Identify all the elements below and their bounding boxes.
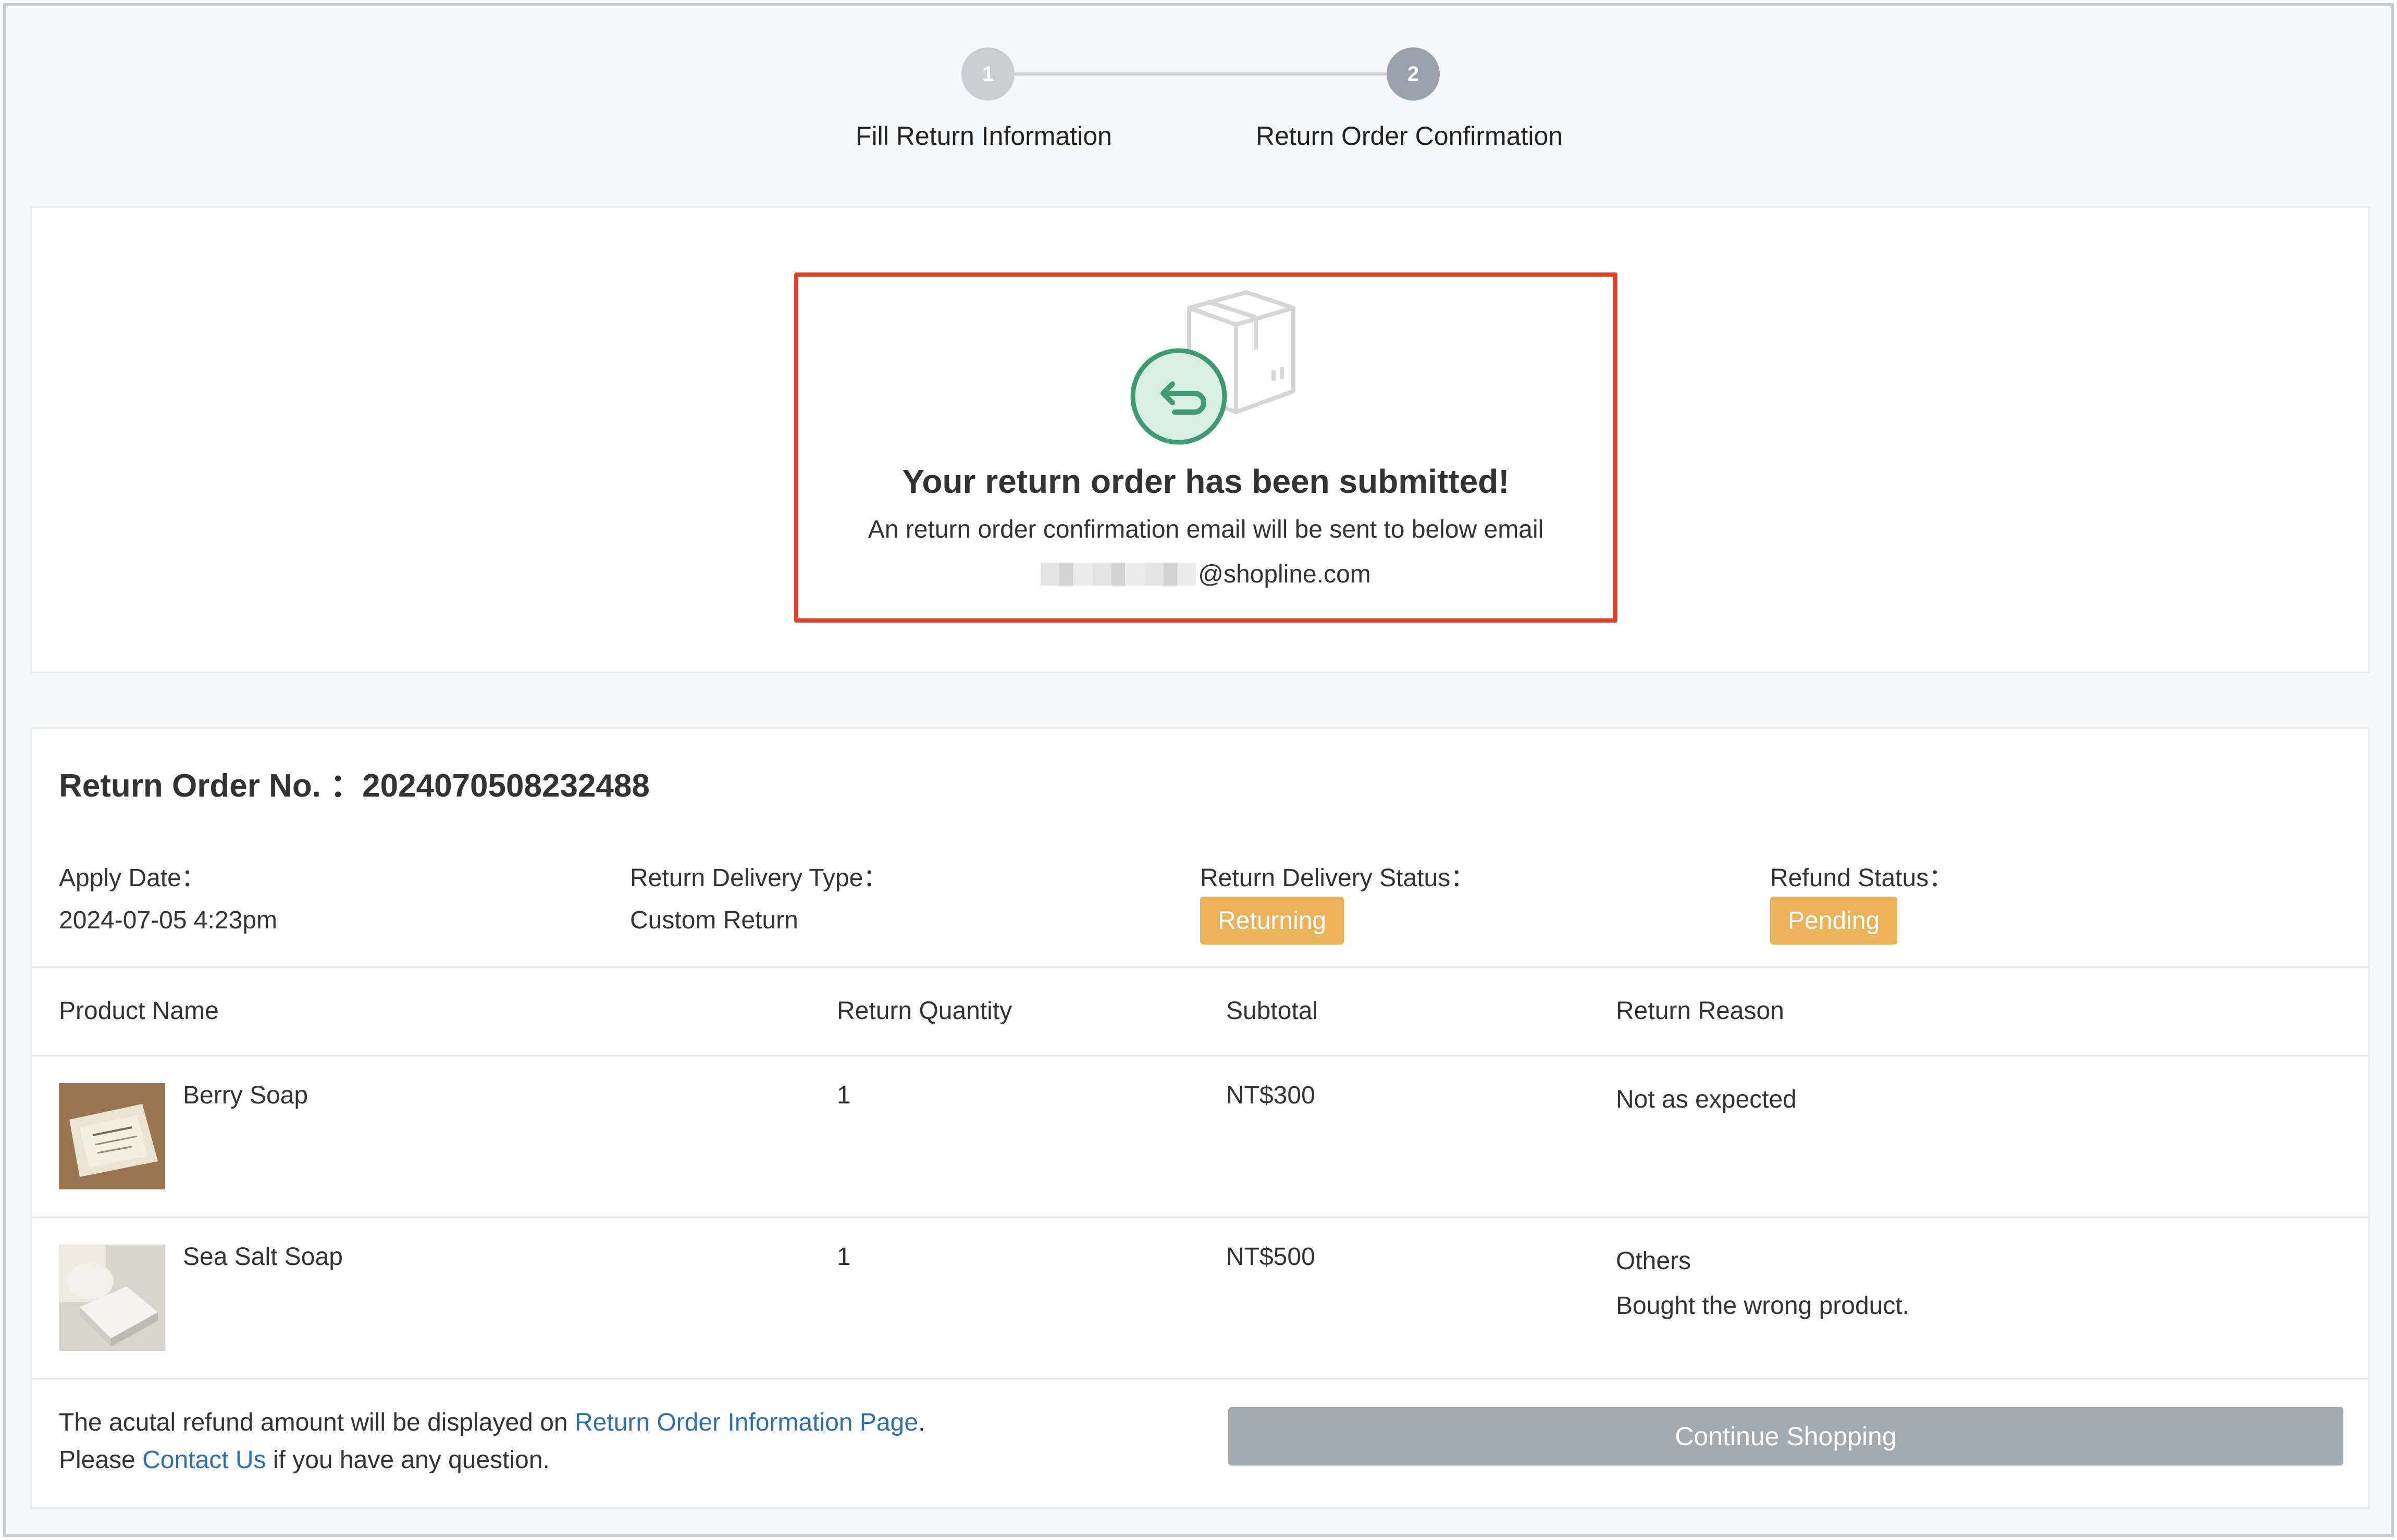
product-name: Sea Salt Soap [183,1243,343,1271]
delivery-status-badge: Returning [1200,897,1344,945]
submission-confirmation-box: Your return order has been submitted! An… [794,272,1617,623]
continue-shopping-button[interactable]: Continue Shopping [1228,1407,2343,1466]
step-2-label: Return Order Confirmation [1256,121,1563,151]
return-reason-note: Bought the wrong product. [1616,1292,1910,1320]
redacted-email-local-part [1041,563,1196,586]
return-order-information-link[interactable]: Return Order Information Page [575,1409,918,1436]
return-reason: Not as expected [1616,1086,1797,1113]
divider [32,966,2368,968]
email-domain: @shopline.com [1198,561,1371,588]
return-quantity: 1 [837,1082,851,1109]
product-thumbnail [59,1245,165,1351]
notice-text: . [918,1409,925,1436]
page-frame: 1 2 Fill Return Information Return Order… [3,3,2394,1537]
delivery-type-value: Custom Return [630,906,798,934]
contact-us-link[interactable]: Contact Us [142,1446,266,1474]
notice-text: if you have any question. [266,1446,550,1474]
return-quantity: 1 [837,1243,851,1271]
return-order-details: Return Order No. ：2024070508232488 Apply… [30,727,2370,1509]
refund-status-badge: Pending [1770,897,1898,945]
notice-text: Please [59,1446,143,1474]
delivery-type-label: Return Delivery Type： [630,864,888,892]
contact-notice: Please Contact Us if you have any questi… [59,1446,550,1474]
return-package-icon [1130,290,1295,445]
divider [32,1378,2368,1380]
return-reason: Others [1616,1247,1691,1275]
subtotal: NT$500 [1226,1243,1315,1271]
column-header-return-reason: Return Reason [1616,997,1784,1025]
column-header-return-quantity: Return Quantity [837,997,1012,1025]
divider [32,1055,2368,1057]
divider [32,1216,2368,1218]
column-header-subtotal: Subtotal [1226,997,1318,1025]
return-order-number: Return Order No. ：2024070508232488 [59,768,650,804]
stepper-connector [991,72,1413,76]
column-header-product-name: Product Name [59,997,219,1025]
confirmation-email: @shopline.com [798,560,1613,589]
delivery-status-label: Return Delivery Status： [1200,864,1476,892]
step-2-indicator: 2 [1387,47,1440,101]
confirmation-title: Your return order has been submitted! [902,463,1510,500]
subtotal: NT$300 [1226,1082,1315,1109]
refund-status-label: Refund Status： [1770,864,1954,892]
product-thumbnail [59,1083,165,1189]
refund-amount-notice: The acutal refund amount will be display… [59,1408,925,1437]
notice-text: The acutal refund amount will be display… [59,1409,575,1436]
apply-date-value: 2024-07-05 4:23pm [59,906,277,934]
confirmation-panel: Your return order has been submitted! An… [30,206,2370,673]
progress-stepper: 1 2 Fill Return Information Return Order… [6,6,2391,199]
confirmation-description: An return order confirmation email will … [868,516,1544,543]
step-1-label: Fill Return Information [856,121,1112,151]
step-1-indicator: 1 [961,47,1015,101]
apply-date-label: Apply Date： [59,864,206,892]
product-name: Berry Soap [183,1082,308,1109]
